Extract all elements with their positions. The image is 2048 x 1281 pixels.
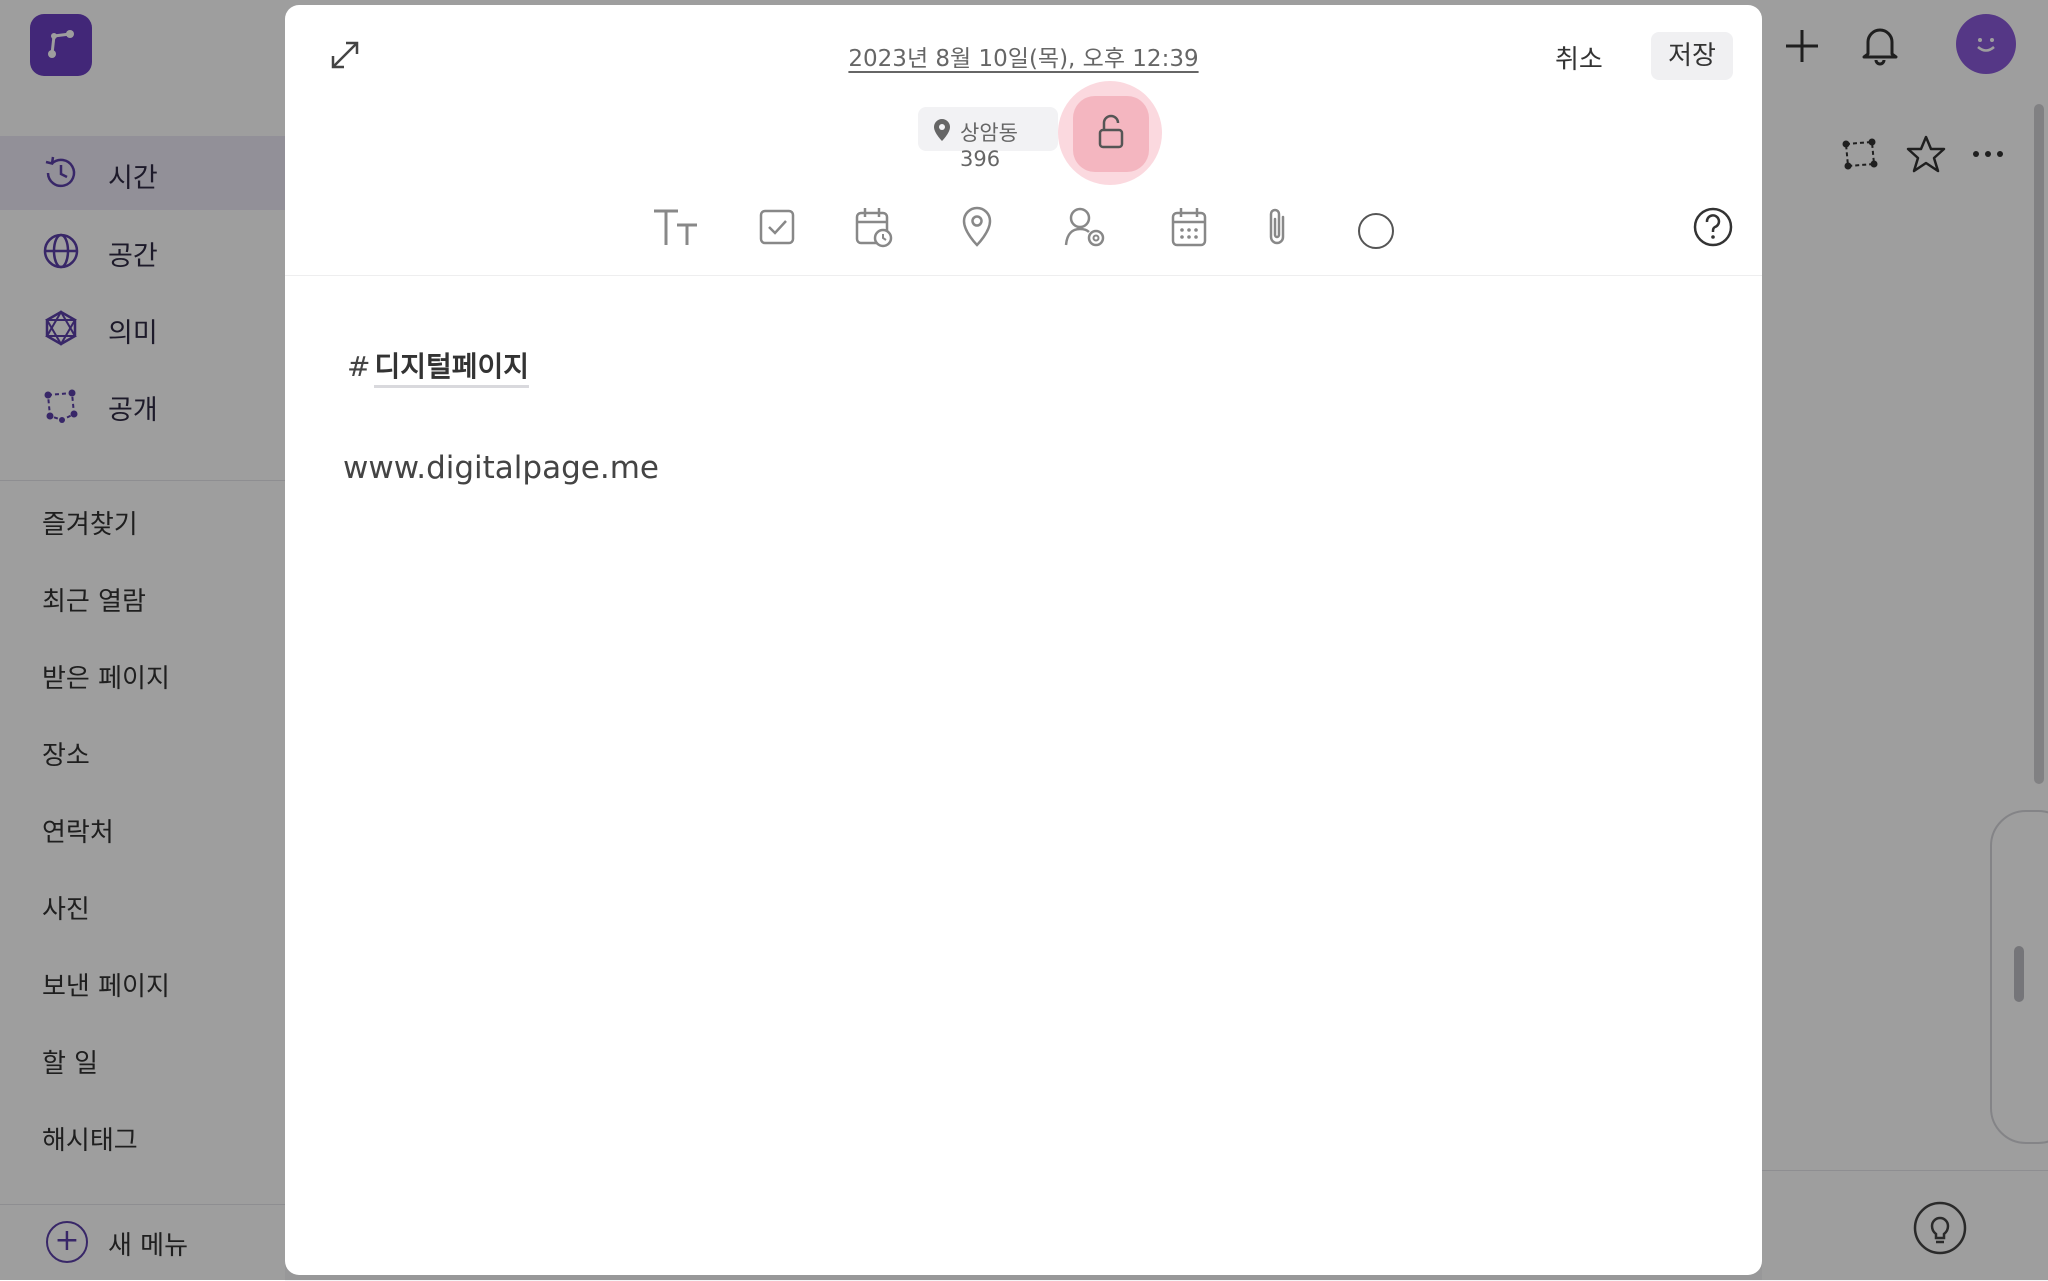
color-circle-icon[interactable]	[1354, 205, 1398, 249]
unlock-icon	[1098, 114, 1124, 149]
paperclip-icon[interactable]	[1261, 205, 1293, 249]
location-pin-icon[interactable]	[959, 205, 995, 249]
page-editor-modal: 2023년 8월 10일(목), 오후 12:39 취소 저장 상암동 396	[285, 5, 1762, 1275]
calendar-icon[interactable]	[1169, 205, 1209, 249]
location-chip[interactable]: 상암동 396	[918, 107, 1058, 171]
checkbox-icon[interactable]	[757, 205, 797, 249]
page-body-text[interactable]: www.digitalpage.me	[343, 450, 659, 486]
help-icon[interactable]	[1692, 206, 1734, 248]
save-button[interactable]: 저장	[1651, 32, 1733, 80]
contact-mention-icon[interactable]	[1063, 205, 1107, 249]
location-label: 상암동 396	[960, 121, 1018, 171]
hash-symbol: #	[347, 350, 371, 383]
text-size-icon[interactable]	[651, 205, 699, 249]
calendar-clock-icon[interactable]	[854, 205, 894, 249]
page-datetime[interactable]: 2023년 8월 10일(목), 오후 12:39	[285, 39, 1762, 73]
hashtag-label: 디지털페이지	[374, 350, 530, 388]
toolbar-divider	[285, 275, 1762, 276]
hashtag[interactable]: # 디지털페이지	[347, 345, 530, 388]
map-pin-icon	[934, 119, 950, 141]
privacy-lock-button[interactable]	[1073, 96, 1149, 172]
cancel-button[interactable]: 취소	[1555, 39, 1603, 76]
